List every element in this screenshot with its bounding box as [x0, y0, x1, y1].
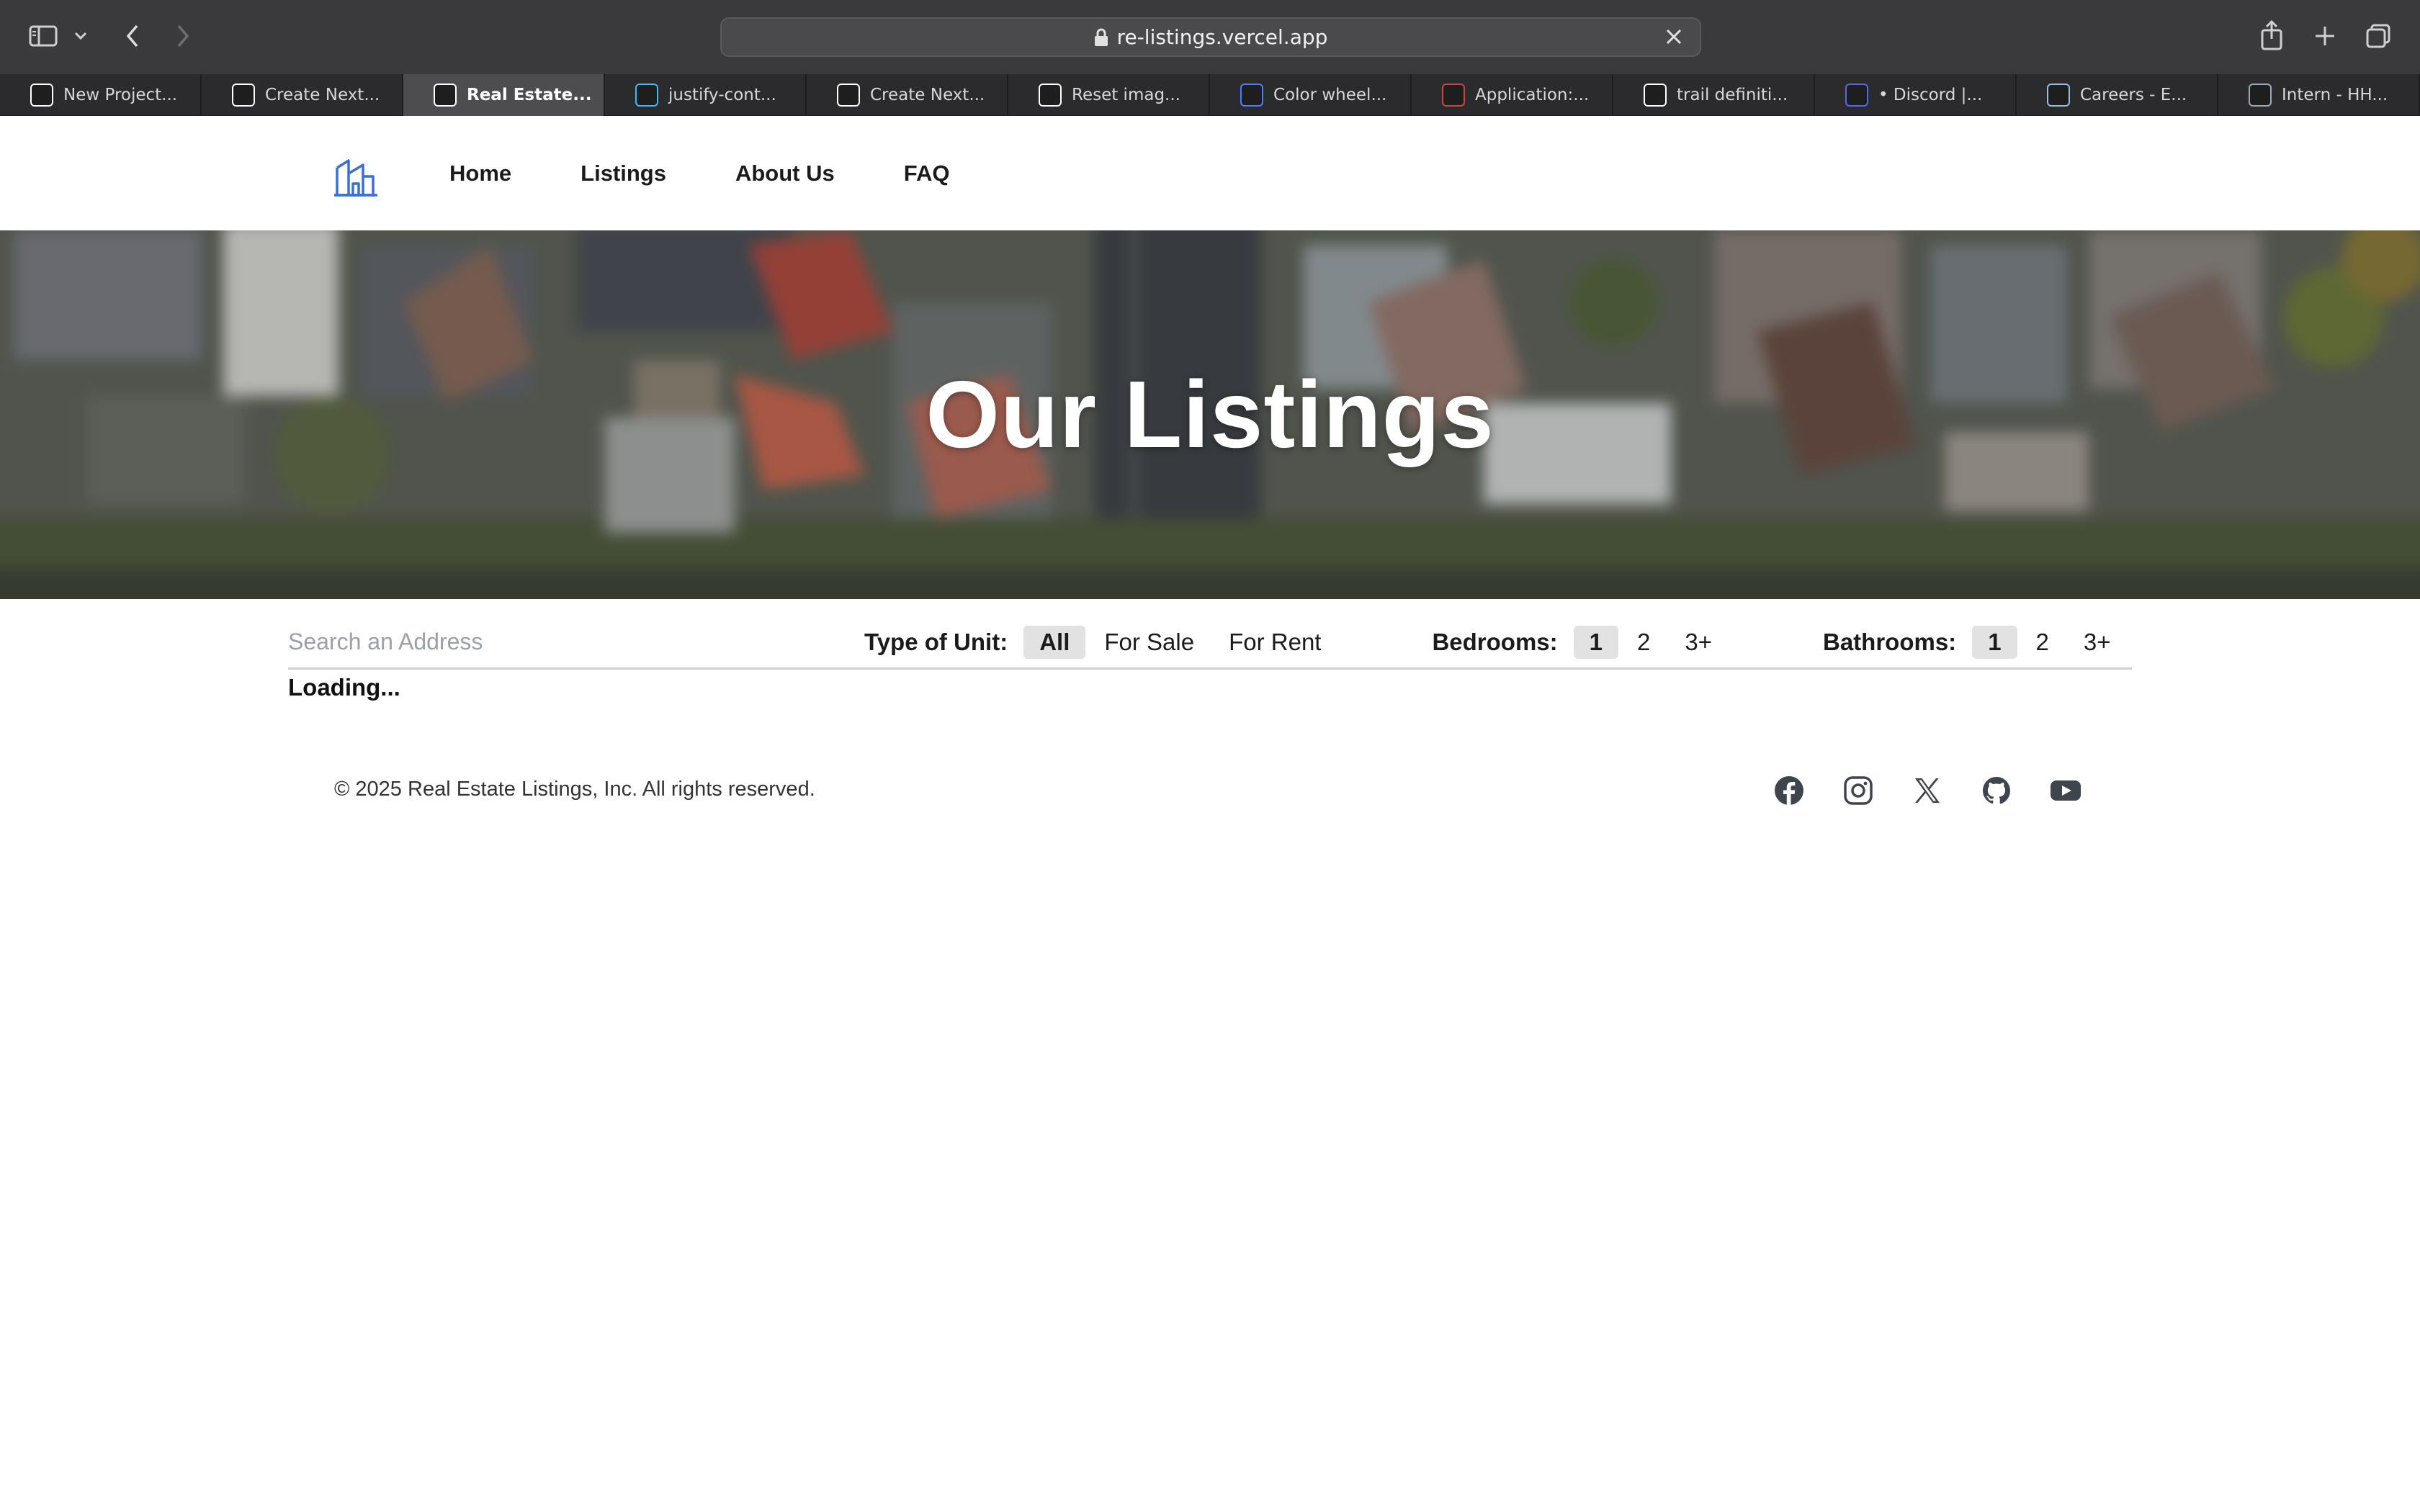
nav-home[interactable]: Home — [449, 161, 511, 186]
bathrooms-filter: Bathrooms: 1 2 3+ — [1823, 625, 2130, 659]
browser-tab-label: Real Estate... — [467, 86, 592, 104]
bedrooms-option-3plus[interactable]: 3+ — [1669, 626, 1728, 659]
nav-about-us[interactable]: About Us — [735, 161, 835, 186]
bathrooms-label: Bathrooms: — [1823, 628, 1957, 655]
nav-listings[interactable]: Listings — [581, 161, 666, 186]
github-icon[interactable] — [1981, 775, 2012, 806]
browser-tab[interactable]: Reset imag... — [1008, 74, 1210, 116]
share-icon[interactable] — [2257, 19, 2286, 52]
footer-copyright: © 2025 Real Estate Listings, Inc. All ri… — [334, 778, 815, 801]
browser-tab-label: justify-cont... — [668, 86, 776, 104]
browser-tab[interactable]: Create Next... — [807, 74, 1008, 116]
site-header: Home Listings About Us FAQ — [0, 116, 2420, 230]
unit-type-for-sale[interactable]: For Sale — [1088, 626, 1210, 659]
unit-type-filter: Type of Unit: All For Sale For Rent — [864, 625, 1340, 659]
page-title: Our Listings — [926, 361, 1494, 467]
browser-tab-label: trail definiti... — [1677, 86, 1788, 104]
app-icon — [1442, 84, 1465, 107]
facebook-icon[interactable] — [1773, 775, 1805, 806]
tab-overview-icon[interactable] — [2364, 22, 2393, 50]
close-icon[interactable] — [1664, 27, 1684, 50]
browser-tab[interactable]: Application:... — [1412, 74, 1613, 116]
browser-tab[interactable]: trail definiti... — [1613, 74, 1815, 116]
chevron-down-icon[interactable] — [72, 27, 89, 45]
unit-type-all[interactable]: All — [1023, 625, 1086, 659]
browser-tab[interactable]: Intern - HH... — [2218, 74, 2420, 116]
browser-tab-label: Color wheel... — [1273, 86, 1387, 104]
back-icon[interactable] — [121, 22, 144, 50]
lock-icon — [1094, 28, 1108, 46]
youtube-icon[interactable] — [2050, 775, 2081, 806]
bedrooms-option-2[interactable]: 2 — [1621, 626, 1666, 659]
bedrooms-option-1[interactable]: 1 — [1573, 625, 1619, 659]
browser-tab-label: Application:... — [1475, 86, 1590, 104]
loading-indicator: Loading... — [288, 674, 400, 701]
address-bar[interactable]: re-listings.vercel.app — [720, 17, 1701, 57]
browser-tab-label: Create Next... — [265, 86, 380, 104]
unit-type-label: Type of Unit: — [864, 628, 1008, 655]
search-address-input[interactable] — [288, 629, 792, 655]
tab-strip: New Project... Create Next... Real Estate.… — [0, 74, 2420, 116]
chart-icon — [2047, 84, 2070, 107]
ship-icon — [2249, 84, 2272, 107]
browser-tab-label: Intern - HH... — [2282, 86, 2388, 104]
instagram-icon[interactable] — [1842, 775, 1874, 806]
browser-titlebar: re-listings.vercel.app — [0, 0, 2420, 74]
sidebar-toggle-icon[interactable] — [27, 23, 59, 49]
browser-tab[interactable]: Color wheel... — [1210, 74, 1412, 116]
browser-tab-label: New Project... — [63, 86, 178, 104]
hero-banner: Our Listings — [0, 230, 2420, 599]
browser-tab[interactable]: justify-cont... — [605, 74, 807, 116]
vercel-icon — [837, 84, 860, 107]
browser-tab-label: Careers - E... — [2080, 86, 2187, 104]
browser-tab-label: Create Next... — [870, 86, 985, 104]
filter-bar: Type of Unit: All For Sale For Rent Bedr… — [288, 616, 2132, 670]
openai-icon — [1039, 84, 1062, 107]
browser-tab-label: Reset imag... — [1072, 86, 1180, 104]
discord-icon — [1845, 84, 1868, 107]
browser-tab[interactable]: Real Estate... — [403, 74, 605, 116]
social-links — [1773, 775, 2081, 806]
home-logo-icon[interactable] — [333, 152, 379, 198]
bathrooms-option-2[interactable]: 2 — [2020, 626, 2065, 659]
vercel-icon — [232, 84, 255, 107]
browser-tab[interactable]: • Discord |... — [1815, 74, 2017, 116]
nav-faq[interactable]: FAQ — [904, 161, 950, 186]
unit-type-for-rent[interactable]: For Rent — [1213, 626, 1337, 659]
browser-tab[interactable]: New Project... — [0, 74, 202, 116]
browser-tab-label: • Discord |... — [1878, 86, 1983, 104]
bedrooms-filter: Bedrooms: 1 2 3+ — [1432, 625, 1731, 659]
browser-tab[interactable]: Create Next... — [202, 74, 403, 116]
main-nav: Home Listings About Us FAQ — [449, 116, 1018, 230]
vercel-icon — [434, 84, 457, 107]
google-icon — [1644, 84, 1667, 107]
x-icon[interactable] — [1912, 775, 1943, 806]
tailwind-icon — [635, 84, 658, 107]
bathrooms-option-1[interactable]: 1 — [1972, 625, 2017, 659]
forward-icon[interactable] — [171, 22, 194, 50]
vercel-icon — [30, 84, 53, 107]
url-text: re-listings.vercel.app — [1116, 25, 1328, 49]
browser-tab[interactable]: Careers - E... — [2017, 74, 2218, 116]
bedrooms-label: Bedrooms: — [1432, 628, 1558, 655]
bathrooms-option-3plus[interactable]: 3+ — [2068, 626, 2127, 659]
canva-icon — [1240, 84, 1263, 107]
new-tab-icon[interactable] — [2311, 22, 2339, 50]
